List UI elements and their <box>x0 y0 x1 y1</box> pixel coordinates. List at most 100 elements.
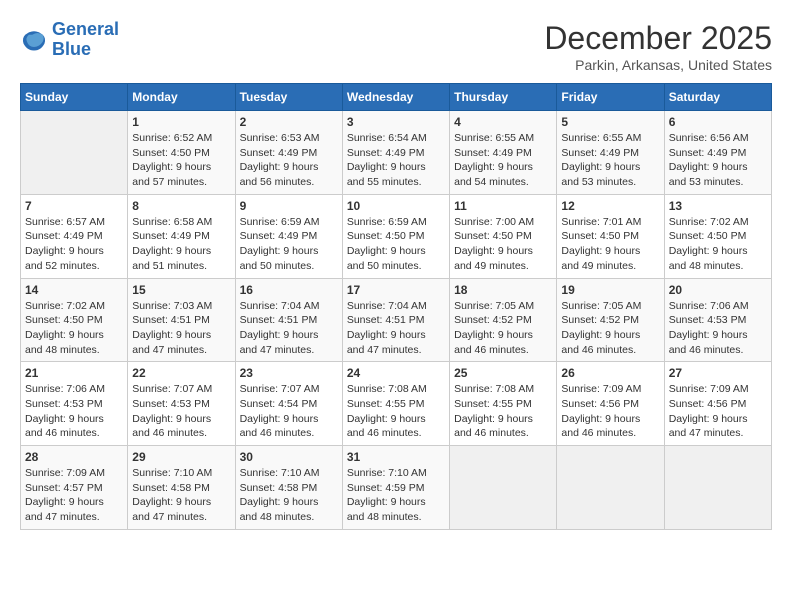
day-info: Sunrise: 6:58 AMSunset: 4:49 PMDaylight:… <box>132 215 230 274</box>
day-number: 24 <box>347 366 445 380</box>
calendar-header: SundayMondayTuesdayWednesdayThursdayFrid… <box>21 84 772 111</box>
day-info: Sunrise: 7:00 AMSunset: 4:50 PMDaylight:… <box>454 215 552 274</box>
day-number: 18 <box>454 283 552 297</box>
week-row-1: 7Sunrise: 6:57 AMSunset: 4:49 PMDaylight… <box>21 194 772 278</box>
day-cell: 7Sunrise: 6:57 AMSunset: 4:49 PMDaylight… <box>21 194 128 278</box>
day-cell <box>557 446 664 530</box>
day-cell: 15 Sunrise: 7:03 AMSunset: 4:51 PMDayligh… <box>128 278 235 362</box>
day-number: 30 <box>240 450 338 464</box>
day-number: 5 <box>561 115 659 129</box>
day-cell: 18 Sunrise: 7:05 AMSunset: 4:52 PMDayligh… <box>450 278 557 362</box>
day-cell: 3Sunrise: 6:54 AMSunset: 4:49 PMDaylight… <box>342 111 449 195</box>
day-cell: 17 Sunrise: 7:04 AMSunset: 4:51 PMDayligh… <box>342 278 449 362</box>
calendar-table: SundayMondayTuesdayWednesdayThursdayFrid… <box>20 83 772 530</box>
day-info: Sunrise: 6:55 AMSunset: 4:49 PMDaylight:… <box>454 131 552 190</box>
day-cell: 10 Sunrise: 6:59 AMSunset: 4:50 PMDayligh… <box>342 194 449 278</box>
header-row: SundayMondayTuesdayWednesdayThursdayFrid… <box>21 84 772 111</box>
day-info: Sunrise: 7:07 AMSunset: 4:53 PMDaylight:… <box>132 382 230 441</box>
day-info: Sunrise: 7:04 AMSunset: 4:51 PMDaylight:… <box>347 299 445 358</box>
day-cell: 6Sunrise: 6:56 AMSunset: 4:49 PMDaylight… <box>664 111 771 195</box>
day-cell: 21 Sunrise: 7:06 AMSunset: 4:53 PMDayligh… <box>21 362 128 446</box>
day-cell: 4 Sunrise: 6:55 AMSunset: 4:49 PMDaylight… <box>450 111 557 195</box>
day-number: 25 <box>454 366 552 380</box>
day-cell: 5Sunrise: 6:55 AMSunset: 4:49 PMDaylight… <box>557 111 664 195</box>
day-info: Sunrise: 7:03 AMSunset: 4:51 PMDaylight:… <box>132 299 230 358</box>
day-cell: 8Sunrise: 6:58 AMSunset: 4:49 PMDaylight… <box>128 194 235 278</box>
day-cell: 16Sunrise: 7:04 AMSunset: 4:51 PMDayligh… <box>235 278 342 362</box>
day-number: 26 <box>561 366 659 380</box>
day-number: 9 <box>240 199 338 213</box>
day-info: Sunrise: 6:52 AMSunset: 4:50 PMDaylight:… <box>132 131 230 190</box>
day-cell: 1 Sunrise: 6:52 AMSunset: 4:50 PMDaylight… <box>128 111 235 195</box>
header-cell-monday: Monday <box>128 84 235 111</box>
day-cell: 27Sunrise: 7:09 AMSunset: 4:56 PMDayligh… <box>664 362 771 446</box>
day-info: Sunrise: 7:07 AMSunset: 4:54 PMDaylight:… <box>240 382 338 441</box>
day-number: 1 <box>132 115 230 129</box>
day-cell: 19Sunrise: 7:05 AMSunset: 4:52 PMDayligh… <box>557 278 664 362</box>
day-number: 13 <box>669 199 767 213</box>
day-cell <box>450 446 557 530</box>
logo-icon <box>20 26 48 54</box>
header-cell-tuesday: Tuesday <box>235 84 342 111</box>
day-info: Sunrise: 7:08 AMSunset: 4:55 PMDaylight:… <box>347 382 445 441</box>
logo-line2: Blue <box>52 39 91 59</box>
day-info: Sunrise: 7:09 AMSunset: 4:57 PMDaylight:… <box>25 466 123 525</box>
day-info: Sunrise: 7:06 AMSunset: 4:53 PMDaylight:… <box>669 299 767 358</box>
day-number: 23 <box>240 366 338 380</box>
day-number: 12 <box>561 199 659 213</box>
day-info: Sunrise: 7:06 AMSunset: 4:53 PMDaylight:… <box>25 382 123 441</box>
day-cell <box>21 111 128 195</box>
calendar-body: 1 Sunrise: 6:52 AMSunset: 4:50 PMDaylight… <box>21 111 772 530</box>
day-number: 29 <box>132 450 230 464</box>
day-info: Sunrise: 6:59 AMSunset: 4:49 PMDaylight:… <box>240 215 338 274</box>
logo-line1: General <box>52 19 119 39</box>
title-area: December 2025 Parkin, Arkansas, United S… <box>544 20 772 73</box>
day-number: 6 <box>669 115 767 129</box>
day-cell: 11 Sunrise: 7:00 AMSunset: 4:50 PMDayligh… <box>450 194 557 278</box>
week-row-0: 1 Sunrise: 6:52 AMSunset: 4:50 PMDaylight… <box>21 111 772 195</box>
location-title: Parkin, Arkansas, United States <box>544 57 772 73</box>
day-cell: 30 Sunrise: 7:10 AMSunset: 4:58 PMDayligh… <box>235 446 342 530</box>
page-header: General Blue December 2025 Parkin, Arkan… <box>20 20 772 73</box>
day-cell: 13 Sunrise: 7:02 AMSunset: 4:50 PMDayligh… <box>664 194 771 278</box>
day-cell: 9 Sunrise: 6:59 AMSunset: 4:49 PMDaylight… <box>235 194 342 278</box>
day-info: Sunrise: 7:02 AMSunset: 4:50 PMDaylight:… <box>669 215 767 274</box>
week-row-2: 14Sunrise: 7:02 AMSunset: 4:50 PMDayligh… <box>21 278 772 362</box>
day-number: 21 <box>25 366 123 380</box>
day-number: 28 <box>25 450 123 464</box>
week-row-4: 28 Sunrise: 7:09 AMSunset: 4:57 PMDayligh… <box>21 446 772 530</box>
day-number: 20 <box>669 283 767 297</box>
day-number: 19 <box>561 283 659 297</box>
day-number: 17 <box>347 283 445 297</box>
day-number: 15 <box>132 283 230 297</box>
header-cell-thursday: Thursday <box>450 84 557 111</box>
day-info: Sunrise: 7:09 AMSunset: 4:56 PMDaylight:… <box>669 382 767 441</box>
day-info: Sunrise: 7:10 AMSunset: 4:58 PMDaylight:… <box>240 466 338 525</box>
day-info: Sunrise: 7:05 AMSunset: 4:52 PMDaylight:… <box>454 299 552 358</box>
day-info: Sunrise: 6:59 AMSunset: 4:50 PMDaylight:… <box>347 215 445 274</box>
day-number: 4 <box>454 115 552 129</box>
logo-text: General Blue <box>52 20 119 60</box>
day-cell: 26Sunrise: 7:09 AMSunset: 4:56 PMDayligh… <box>557 362 664 446</box>
day-number: 16 <box>240 283 338 297</box>
day-info: Sunrise: 6:54 AMSunset: 4:49 PMDaylight:… <box>347 131 445 190</box>
header-cell-saturday: Saturday <box>664 84 771 111</box>
day-cell: 29 Sunrise: 7:10 AMSunset: 4:58 PMDayligh… <box>128 446 235 530</box>
day-number: 2 <box>240 115 338 129</box>
day-info: Sunrise: 7:01 AMSunset: 4:50 PMDaylight:… <box>561 215 659 274</box>
day-info: Sunrise: 7:10 AMSunset: 4:58 PMDaylight:… <box>132 466 230 525</box>
day-number: 31 <box>347 450 445 464</box>
day-cell <box>664 446 771 530</box>
day-info: Sunrise: 6:53 AMSunset: 4:49 PMDaylight:… <box>240 131 338 190</box>
day-cell: 12 Sunrise: 7:01 AMSunset: 4:50 PMDayligh… <box>557 194 664 278</box>
month-title: December 2025 <box>544 20 772 57</box>
day-info: Sunrise: 7:10 AMSunset: 4:59 PMDaylight:… <box>347 466 445 525</box>
day-number: 10 <box>347 199 445 213</box>
day-cell: 28 Sunrise: 7:09 AMSunset: 4:57 PMDayligh… <box>21 446 128 530</box>
day-cell: 24 Sunrise: 7:08 AMSunset: 4:55 PMDayligh… <box>342 362 449 446</box>
day-cell: 2 Sunrise: 6:53 AMSunset: 4:49 PMDaylight… <box>235 111 342 195</box>
day-cell: 22Sunrise: 7:07 AMSunset: 4:53 PMDayligh… <box>128 362 235 446</box>
header-cell-sunday: Sunday <box>21 84 128 111</box>
day-info: Sunrise: 7:08 AMSunset: 4:55 PMDaylight:… <box>454 382 552 441</box>
day-number: 11 <box>454 199 552 213</box>
